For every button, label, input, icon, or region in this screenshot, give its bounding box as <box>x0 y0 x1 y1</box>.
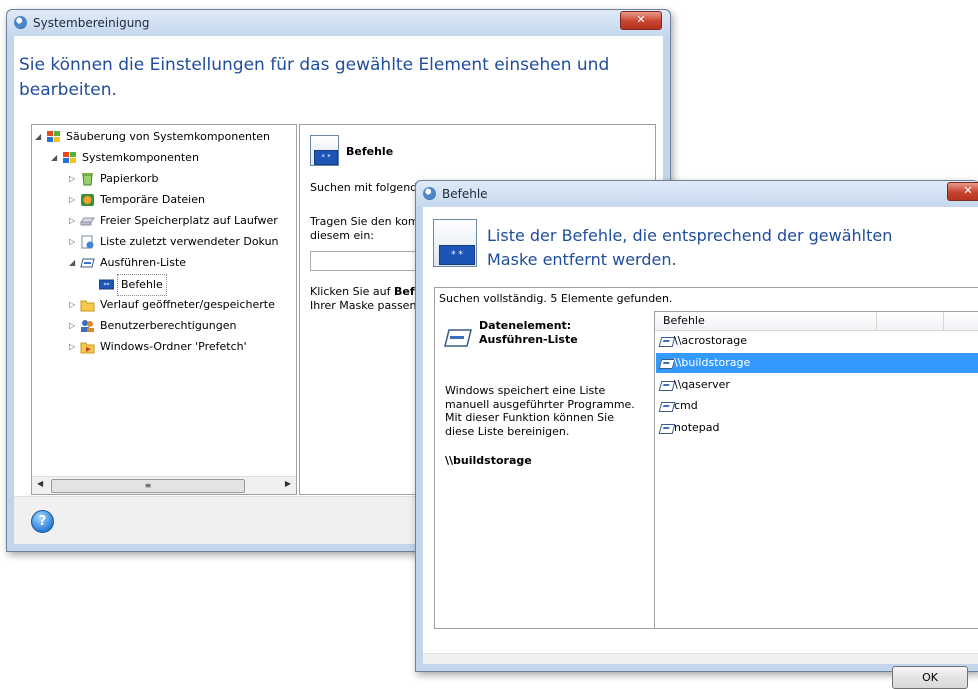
scroll-left-icon[interactable]: ◀ <box>37 479 43 488</box>
users-icon <box>81 320 94 332</box>
dialog-title: Befehle <box>442 187 488 201</box>
enter-text-line1: Tragen Sie den kom <box>310 215 419 228</box>
scroll-right-icon[interactable]: ▶ <box>285 479 291 488</box>
dialog-client-area: * * Liste der Befehle, die entsprechend … <box>423 207 978 689</box>
list-item-label: notepad <box>674 421 720 434</box>
list-item[interactable]: \\qaserver <box>656 375 978 395</box>
command-icon <box>658 402 676 412</box>
tree-item-label: Liste zuletzt verwendeter Dokun <box>100 235 279 248</box>
data-element-info: Datenelement: Ausführen-Liste Windows sp… <box>435 311 655 628</box>
tree-item-label: Ausführen-Liste <box>100 256 187 269</box>
expanded-arrow-icon[interactable]: ◢ <box>51 148 61 168</box>
dialog-titlebar[interactable]: Befehle ✕ <box>416 181 978 207</box>
collapsed-arrow-icon[interactable]: ▷ <box>69 190 79 210</box>
tree-item-label: Papierkorb <box>100 172 159 185</box>
tree-item-label: Verlauf geöffneter/gespeicherte <box>100 298 275 311</box>
detail-title: Befehle <box>346 145 394 158</box>
commands-dialog: Befehle ✕ * * Liste der Befehle, die ent… <box>415 180 978 689</box>
dialog-close-button[interactable]: ✕ <box>947 182 978 201</box>
commands-list[interactable]: Befehle \\acrostorage \\buildstorage \\q… <box>654 311 978 628</box>
tree-item-label: Benutzerberechtigungen <box>100 319 237 332</box>
scrollbar-thumb[interactable]: ≡ <box>51 479 245 493</box>
tree-horizontal-scrollbar[interactable]: ◀ ≡ ▶ <box>32 476 296 494</box>
list-item[interactable]: cmd <box>656 396 978 416</box>
temp-files-icon <box>81 194 94 206</box>
svg-text:**: ** <box>104 282 110 289</box>
app-icon <box>14 16 27 29</box>
expanded-arrow-icon[interactable]: ◢ <box>69 253 79 273</box>
help-button[interactable]: ? <box>31 510 54 533</box>
list-item-label: cmd <box>674 399 698 412</box>
selected-value: \\buildstorage <box>445 454 532 467</box>
list-item[interactable]: notepad <box>656 418 978 438</box>
dialog-commands-icon: * * <box>433 219 479 267</box>
tree-item-label: Temporäre Dateien <box>100 193 205 206</box>
search-label: Suchen mit folgend <box>310 181 418 194</box>
commands-large-icon: * * <box>310 135 340 166</box>
list-item-selected[interactable]: \\buildstorage <box>656 353 978 373</box>
list-header: Befehle <box>655 312 978 331</box>
click-text-line1: Klicken Sie auf Befe <box>310 285 422 298</box>
tree-item-label: Freier Speicherplatz auf Laufwer <box>100 214 278 227</box>
command-icon <box>658 381 676 391</box>
expanded-arrow-icon[interactable]: ◢ <box>35 127 45 147</box>
document-icon <box>81 235 94 249</box>
tree-item-label: Windows-Ordner 'Prefetch' <box>100 340 247 353</box>
dialog-content: Suchen vollständig. 5 Elemente gefunden.… <box>434 287 978 629</box>
tree-item-label: Säuberung von Systemkomponenten <box>66 130 271 143</box>
enter-text-line2: diesem ein: <box>310 229 375 242</box>
list-item-label: \\qaserver <box>674 378 730 391</box>
click-text-line2: Ihrer Maske passen <box>310 299 417 312</box>
command-icon <box>658 359 676 369</box>
collapsed-arrow-icon[interactable]: ▷ <box>69 316 79 336</box>
windows-flag-icon <box>63 152 76 163</box>
click-text-prefix: Klicken Sie auf <box>310 285 394 298</box>
windows-flag-icon <box>47 131 60 142</box>
recycle-bin-icon <box>82 173 93 186</box>
command-icon <box>658 337 676 347</box>
data-element-label: Datenelement: <box>479 319 572 332</box>
main-close-button[interactable]: ✕ <box>620 11 662 30</box>
app-icon <box>423 187 436 200</box>
search-status: Suchen vollständig. 5 Elemente gefunden. <box>439 292 673 305</box>
main-titlebar[interactable]: Systembereinigung ✕ <box>7 10 670 36</box>
folder-icon <box>80 300 95 312</box>
tree-item-label: Systemkomponenten <box>82 151 199 164</box>
collapsed-arrow-icon[interactable]: ▷ <box>69 232 79 252</box>
run-list-icon <box>80 258 95 268</box>
data-element-description: Windows speichert eine Liste manuell aus… <box>445 384 635 438</box>
collapsed-arrow-icon[interactable]: ▷ <box>69 337 79 357</box>
page-title: Sie können die Einstellungen für das gew… <box>19 55 610 100</box>
main-window-title: Systembereinigung <box>33 16 150 30</box>
dialog-heading: Liste der Befehle, die entsprechend der … <box>487 226 893 269</box>
dialog-bottom-bar <box>423 653 978 664</box>
list-item[interactable]: \\acrostorage <box>656 331 978 351</box>
collapsed-arrow-icon[interactable]: ▷ <box>69 295 79 315</box>
data-element-name: Ausführen-Liste <box>479 333 578 346</box>
drive-icon <box>80 217 95 226</box>
column-header-empty[interactable] <box>877 312 944 330</box>
command-icon <box>658 424 676 434</box>
commands-icon: ** <box>99 279 114 290</box>
run-list-icon <box>444 329 472 347</box>
tree-item-label: Befehle <box>117 274 167 296</box>
collapsed-arrow-icon[interactable]: ▷ <box>69 169 79 189</box>
prefetch-folder-icon <box>80 342 95 354</box>
ok-button[interactable]: OK <box>892 666 968 689</box>
collapsed-arrow-icon[interactable]: ▷ <box>69 211 79 231</box>
column-header-commands[interactable]: Befehle <box>655 312 877 330</box>
component-tree[interactable]: ◢ Säuberung von Systemkomponenten ◢ Syst… <box>31 124 297 495</box>
list-item-label: \\buildstorage <box>674 356 751 369</box>
list-item-label: \\acrostorage <box>674 334 747 347</box>
